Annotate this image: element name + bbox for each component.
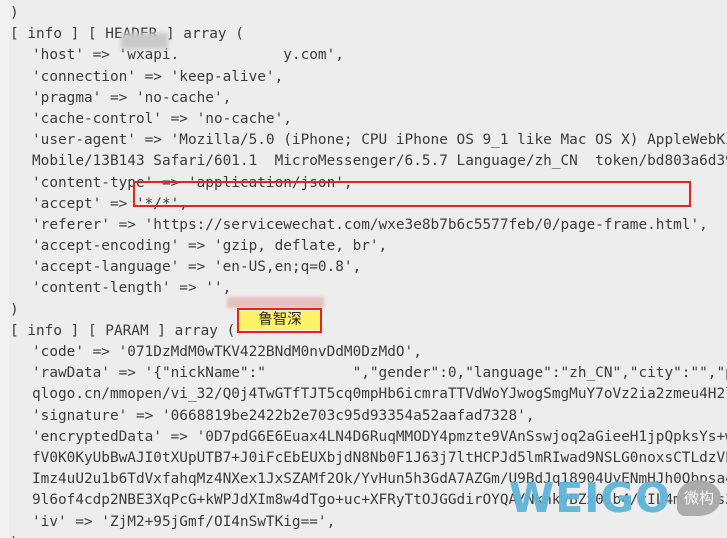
log-line: ) xyxy=(10,5,19,21)
log-line: 'accept-language' => 'en-US,en;q=0.8', xyxy=(32,259,362,276)
log-line: 'connection' => 'keep-alive', xyxy=(32,68,284,85)
log-text-area: ) [ info ] [ HEADER ] array ( 'host' => 'w… xyxy=(0,0,727,538)
log-line: ) xyxy=(0,533,727,538)
nickname-value: 鲁智深 xyxy=(258,312,302,328)
log-line: 'host' => 'wxapi. y.com', xyxy=(32,47,344,64)
log-line: 'cache-control' => 'no-cache', xyxy=(32,110,292,127)
log-line: 'encryptedData' => '0D7pdG6E6Euax4LN4D6R… xyxy=(32,428,727,445)
log-line: 'signature' => '0668819be2422b2e703c95d9… xyxy=(32,407,535,424)
log-line: qlogo.cn/mmopen/vi_32/Q0j4TwGTfTJT5cq0mp… xyxy=(32,386,727,403)
log-line: 'content-type' => 'application/json', xyxy=(32,174,353,191)
log-line: [ info ] [ PARAM ] array ( xyxy=(10,322,236,339)
log-line: 'user-agent' => 'Mozilla/5.0 (iPhone; CP… xyxy=(32,132,727,149)
watermark: WEIGO 微构 xyxy=(509,470,721,526)
watermark-wordmark: WEIGO xyxy=(509,473,671,522)
log-line: 'accept' => '*/*', xyxy=(32,195,188,212)
log-line: 'rawData' => '{"nickName":" ","gender":0… xyxy=(32,365,727,382)
log-line: 'referer' => 'https://servicewechat.com/… xyxy=(32,216,708,233)
log-line: [ info ] [ HEADER ] array ( xyxy=(10,26,244,43)
watermark-badge: 微构 xyxy=(677,480,721,516)
log-line: 'pragma' => 'no-cache', xyxy=(32,89,232,106)
log-line: ) xyxy=(10,301,19,318)
log-line: Mobile/13B143 Safari/601.1 MicroMessenge… xyxy=(32,153,727,170)
log-line: 'code' => '071DzMdM0wTKV422BNdM0nvDdM0Dz… xyxy=(32,344,422,360)
hostname-redaction-mask xyxy=(121,33,168,49)
log-output-screen: ) [ info ] [ HEADER ] array ( 'host' => 'w… xyxy=(0,0,727,538)
log-line: 'content-length' => '', xyxy=(32,280,232,297)
log-line: 'accept-encoding' => 'gzip, deflate, br'… xyxy=(32,238,388,255)
log-line: fV0K0KyUbBwAJI0tXUpUTB7+J0iFcEbEUXbjdN8N… xyxy=(32,449,727,466)
